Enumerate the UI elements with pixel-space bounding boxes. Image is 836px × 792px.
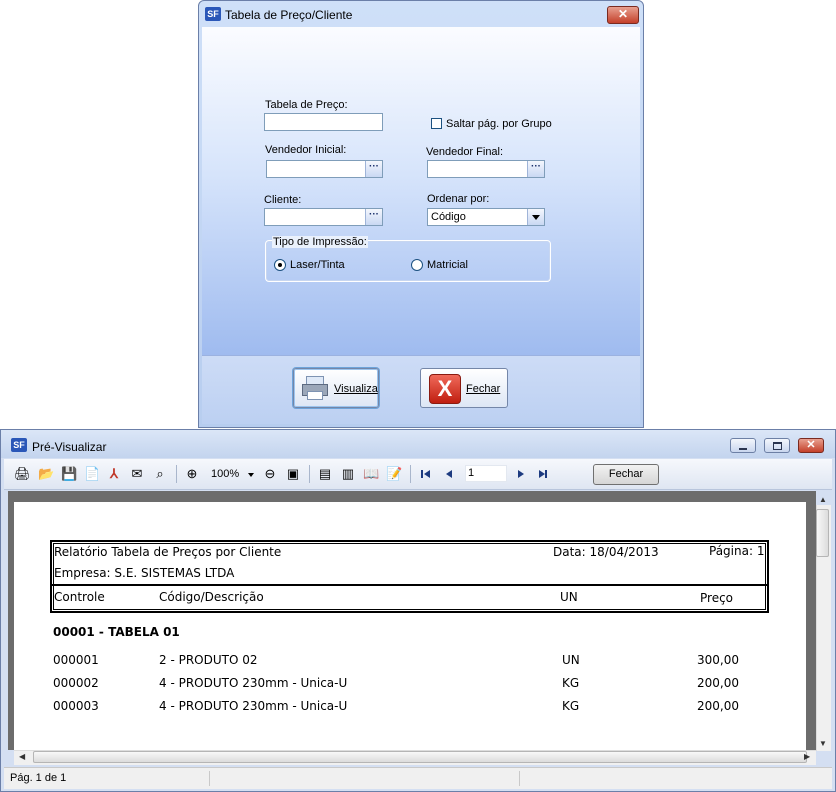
close-icon: X <box>429 374 461 404</box>
report-page-number: Página: 1 <box>709 544 765 558</box>
tipo-impressao-label: Tipo de Impressão: <box>272 236 368 248</box>
dialog-close-button[interactable]: ✕ <box>607 6 639 24</box>
ordenar-label: Ordenar por: <box>427 193 490 205</box>
scroll-right-icon[interactable]: ▶ <box>804 752 810 761</box>
table-row-descricao: 4 - PRODUTO 230mm - Unica-U <box>159 676 348 690</box>
dialog-title: Tabela de Preço/Cliente <box>225 8 353 22</box>
table-row-un: KG <box>562 699 580 713</box>
status-divider <box>519 771 520 786</box>
toolbar-separator <box>176 465 177 483</box>
vendedor-final-input[interactable]: ··· <box>427 160 545 178</box>
preview-close-button[interactable]: ✕ <box>798 438 824 453</box>
table-row-un: KG <box>562 676 580 690</box>
column-header-preco: Preço <box>700 591 734 605</box>
matricial-label: Matricial <box>427 259 468 271</box>
cliente-lookup-button[interactable]: ··· <box>365 209 382 225</box>
table-row-controle: 000003 <box>53 699 99 713</box>
report-title: Relatório Tabela de Preços por Cliente <box>54 545 282 559</box>
zoom-level[interactable]: 100% <box>211 468 239 480</box>
table-row-descricao: 2 - PRODUTO 02 <box>159 653 258 667</box>
chevron-down-icon[interactable] <box>248 473 254 477</box>
book-icon[interactable]: 📖 <box>363 466 379 482</box>
last-page-bar <box>545 470 547 478</box>
laser-label: Laser/Tinta <box>290 259 345 271</box>
zoom-in-icon[interactable]: ⊕ <box>184 466 200 482</box>
report-empresa: Empresa: S.E. SISTEMAS LTDA <box>54 566 235 580</box>
pdf-icon[interactable]: ⅄ <box>106 466 122 482</box>
scroll-down-icon[interactable]: ▼ <box>819 739 827 748</box>
vendedor-inicial-input[interactable]: ··· <box>266 160 383 178</box>
laser-radio[interactable] <box>274 259 286 271</box>
save-icon[interactable]: 💾 <box>61 466 77 482</box>
prev-page-icon[interactable] <box>446 470 452 478</box>
scroll-left-icon[interactable]: ◀ <box>19 752 25 761</box>
column-header-un: UN <box>560 590 578 604</box>
column-header-descricao: Código/Descrição <box>159 590 264 604</box>
dialog-title-bar[interactable]: SF Tabela de Preço/Cliente ✕ <box>199 1 643 27</box>
first-page-bar <box>421 470 423 478</box>
cliente-input[interactable]: ··· <box>264 208 383 226</box>
fit-page-icon[interactable]: ▣ <box>285 466 301 482</box>
toolbar-separator <box>410 465 411 483</box>
edit-icon[interactable]: 📝 <box>386 466 402 482</box>
ordenar-selected-value: Código <box>431 211 466 223</box>
ordenar-select[interactable]: Código <box>427 208 545 226</box>
print-icon[interactable]: 🖨 <box>14 466 31 482</box>
report-group-title: 00001 - TABELA 01 <box>53 625 180 639</box>
matricial-radio[interactable] <box>411 259 423 271</box>
toolbar-separator <box>309 465 310 483</box>
tabela-input[interactable] <box>264 113 383 131</box>
email-icon[interactable]: ✉ <box>129 466 145 482</box>
preview-toolbar: 🖨 📂 💾 📄 ⅄ ✉ ⌕ ⊕ 100% ⊖ ▣ ▤ ▥ 📖 📝 1 Fecha… <box>4 459 832 490</box>
vertical-scroll-thumb[interactable] <box>816 509 829 557</box>
vendedor-final-lookup-button[interactable]: ··· <box>527 161 544 177</box>
vendedor-final-label: Vendedor Final: <box>426 146 504 158</box>
printer-icon <box>302 376 328 400</box>
vendedor-inicial-lookup-button[interactable]: ··· <box>365 161 382 177</box>
vendedor-inicial-label: Vendedor Inicial: <box>265 144 347 156</box>
table-row-preco: 300,00 <box>697 653 739 667</box>
chevron-down-icon[interactable] <box>527 209 544 225</box>
status-bar: Pág. 1 de 1 <box>4 767 832 789</box>
table-row-preco: 200,00 <box>697 676 739 690</box>
column-header-controle: Controle <box>54 590 105 604</box>
next-page-icon[interactable] <box>518 470 524 478</box>
find-icon[interactable]: ⌕ <box>152 466 168 482</box>
zoom-out-icon[interactable]: ⊖ <box>262 466 278 482</box>
preview-canvas <box>8 491 816 750</box>
report-date: Data: 18/04/2013 <box>553 545 659 559</box>
table-row-un: UN <box>562 653 580 667</box>
table-row-controle: 000002 <box>53 676 99 690</box>
minimize-button[interactable] <box>730 438 756 453</box>
table-row-preco: 200,00 <box>697 699 739 713</box>
single-page-icon[interactable]: ▤ <box>317 466 333 482</box>
report-header-divider <box>51 584 768 586</box>
preview-fechar-button[interactable]: Fechar <box>593 464 659 485</box>
app-logo-icon: SF <box>205 7 221 21</box>
scroll-up-icon[interactable]: ▲ <box>819 495 827 504</box>
fechar-dialog-button[interactable]: X Fechar <box>420 368 508 408</box>
page-number-input[interactable]: 1 <box>465 465 507 482</box>
open-folder-icon[interactable]: 📂 <box>38 466 54 482</box>
page-status: Pág. 1 de 1 <box>10 772 67 784</box>
export-icon[interactable]: 📄 <box>84 466 100 482</box>
table-row-descricao: 4 - PRODUTO 230mm - Unica-U <box>159 699 348 713</box>
horizontal-scroll-thumb[interactable] <box>33 751 807 763</box>
saltar-checkbox[interactable] <box>431 118 442 129</box>
status-divider <box>209 771 210 786</box>
multi-page-icon[interactable]: ▥ <box>340 466 356 482</box>
fechar-label: Fechar <box>466 383 501 395</box>
first-page-icon[interactable] <box>424 470 430 478</box>
tabela-label: Tabela de Preço: <box>265 99 348 111</box>
preview-title: Pré-Visualizar <box>32 440 107 454</box>
visualiza-button[interactable]: Visualiza <box>293 368 379 408</box>
app-logo-icon: SF <box>11 438 27 452</box>
dialog-body <box>202 27 640 355</box>
table-row-controle: 000001 <box>53 653 99 667</box>
cliente-label: Cliente: <box>264 194 302 206</box>
visualiza-label: Visualiza <box>334 383 378 395</box>
preview-title-bar[interactable]: SF Pré-Visualizar ✕ <box>1 430 835 458</box>
maximize-button[interactable] <box>764 438 790 453</box>
saltar-label: Saltar pág. por Grupo <box>446 118 552 130</box>
